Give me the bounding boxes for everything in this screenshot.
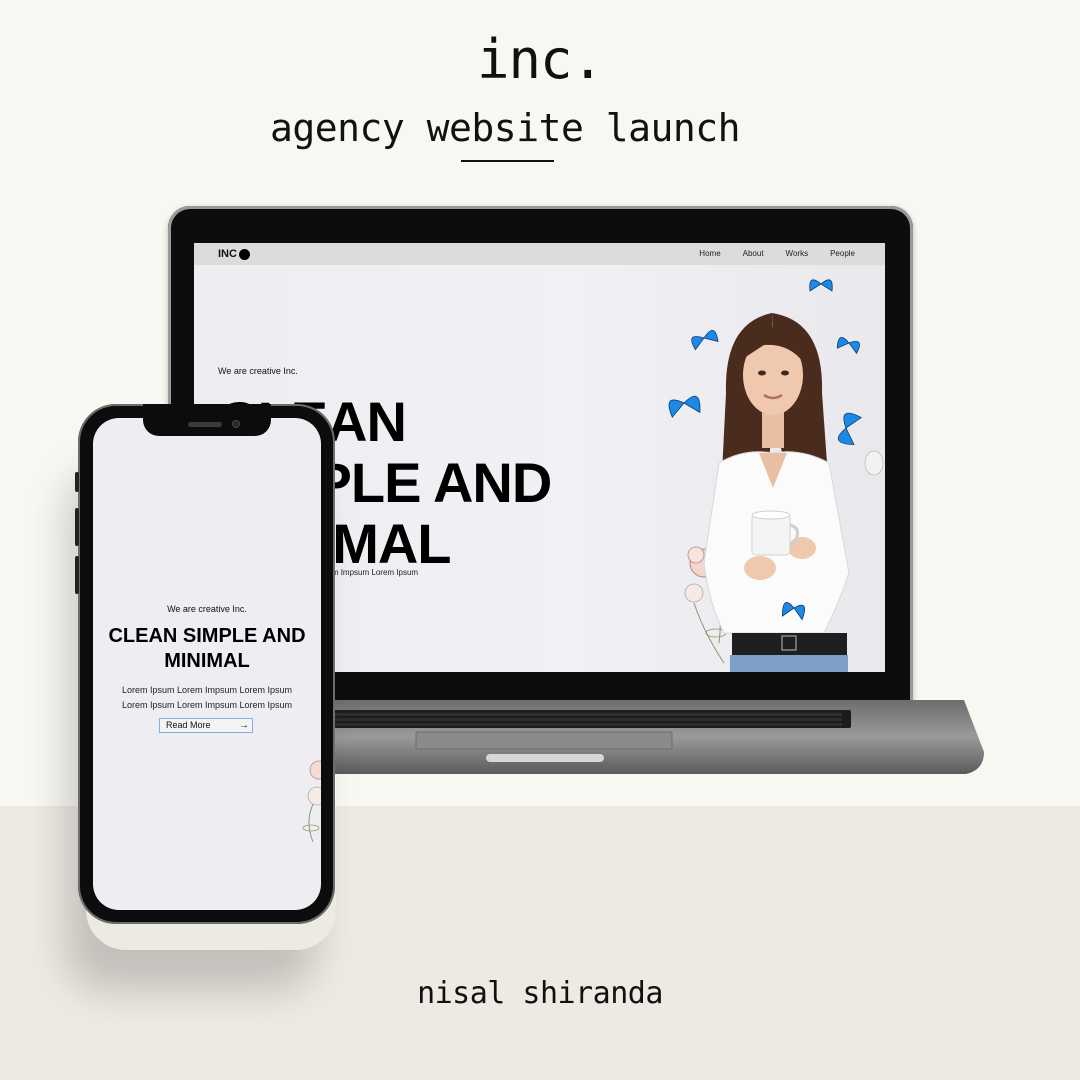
nav-works[interactable]: Works <box>786 249 809 258</box>
phone-notch <box>143 404 271 436</box>
phone-screen: We are creative Inc. CLEAN SIMPLE AND MI… <box>93 418 321 910</box>
read-more-button[interactable]: Read More → <box>159 718 253 733</box>
hero-tagline: We are creative Inc. <box>218 366 298 376</box>
phone-volume-up <box>75 508 79 546</box>
hero-woman-image <box>668 313 884 672</box>
nav-about[interactable]: About <box>743 249 764 258</box>
mobile-tagline: We are creative Inc. <box>167 604 247 614</box>
mobile-body-line2: Lorem Ipsum Lorem Impsum Lorem Ipsum <box>121 700 293 710</box>
headline-underline <box>461 160 554 162</box>
mobile-body-line1: Lorem Ipsum Lorem Impsum Lorem Ipsum <box>121 685 293 695</box>
mobile-heading-line1: CLEAN SIMPLE AND <box>108 625 306 647</box>
mobile-heading-line2: MINIMAL <box>164 650 250 672</box>
phone-camera-icon <box>232 420 240 428</box>
launch-headline: agency website launch <box>270 106 740 150</box>
nav-home[interactable]: Home <box>699 249 720 258</box>
mobile-heading: CLEAN SIMPLE AND MINIMAL <box>93 624 321 674</box>
nav-people[interactable]: People <box>830 249 855 258</box>
flower-illustration <box>302 760 321 843</box>
site-navbar: INC Home About Works People <box>194 243 885 265</box>
phone-speaker <box>188 422 222 427</box>
brand-title: inc. <box>476 28 604 91</box>
arrow-right-icon: → <box>239 720 249 731</box>
phone-volume-down <box>75 556 79 594</box>
logo-dot-icon <box>239 249 250 260</box>
author-name: nisal shiranda <box>417 976 663 1011</box>
site-logo[interactable]: INC <box>218 248 237 260</box>
nav-links: Home About Works People <box>699 249 855 258</box>
phone-side-button <box>75 472 79 492</box>
mobile-body-text: Lorem Ipsum Lorem Impsum Lorem Ipsum Lor… <box>107 683 307 713</box>
read-more-label: Read More <box>166 720 211 730</box>
butterfly-icon <box>809 279 833 292</box>
